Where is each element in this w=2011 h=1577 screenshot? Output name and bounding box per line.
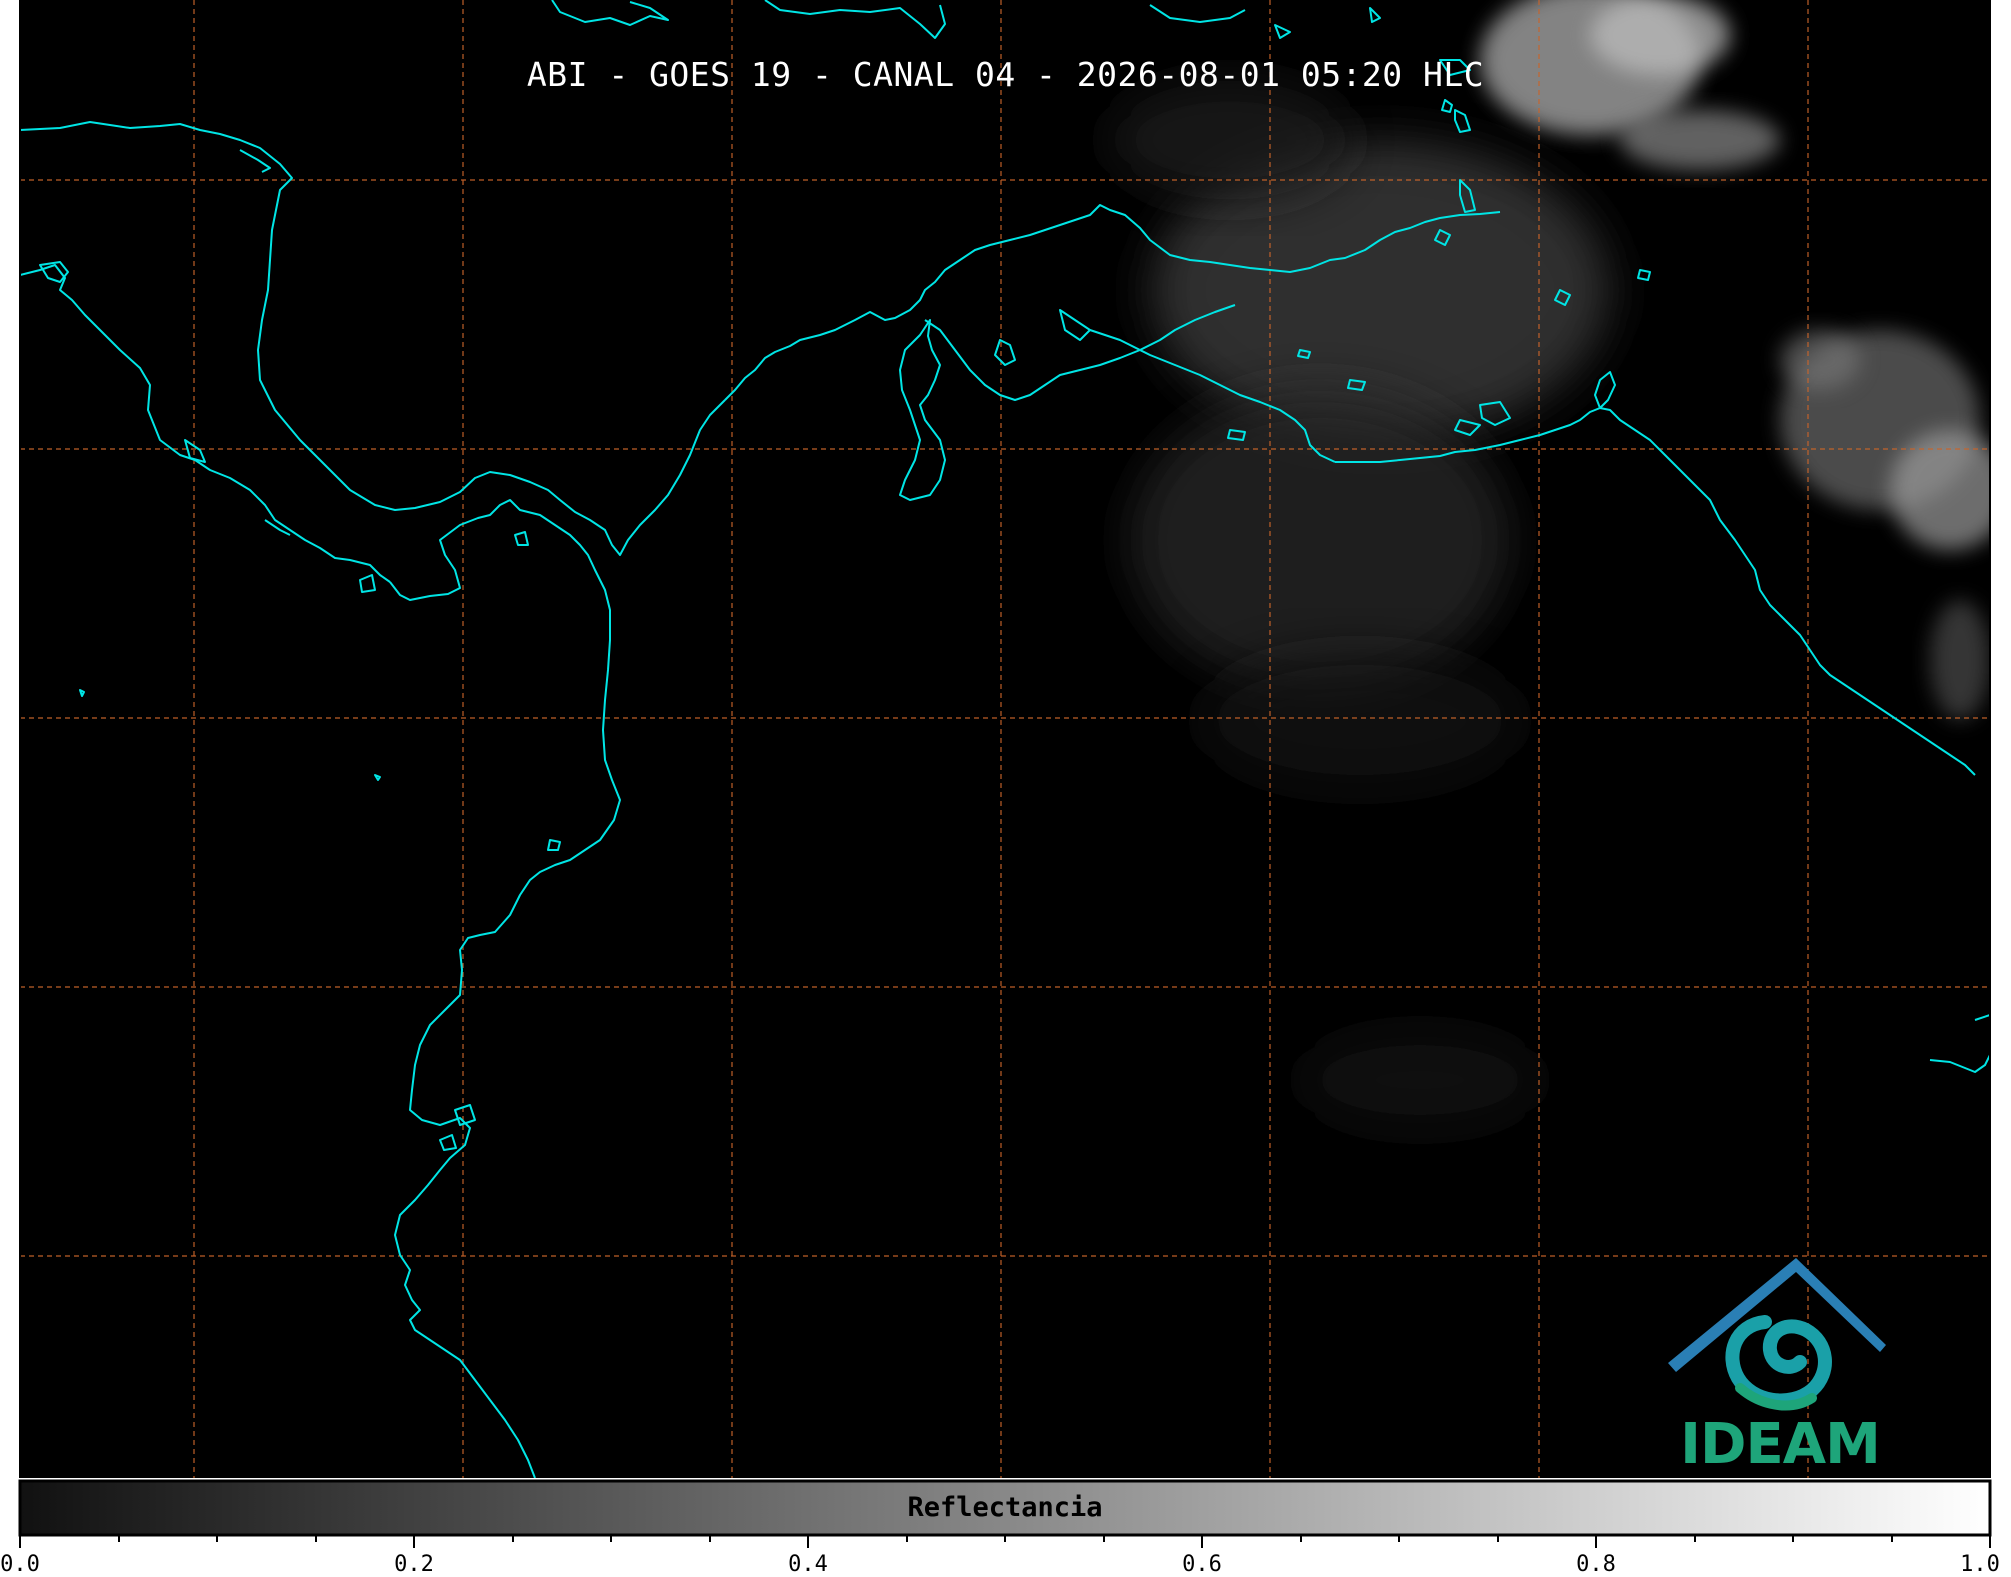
colorbar-label: Reflectancia [907,1492,1103,1523]
colorbar-tick-label: 0.2 [394,1552,434,1577]
colorbar-tick-label: 1.0 [1960,1552,2000,1577]
ideam-logo-text: IDEAM [1680,1412,1881,1477]
colorbar-tick-label: 0.8 [1576,1552,1616,1577]
satellite-map [18,0,1992,1548]
colorbar-ticks [19,1535,1991,1548]
colorbar-tick-label: 0.4 [788,1552,828,1577]
colorbar-tick-label: 0.6 [1182,1552,1222,1577]
colorbar-tick-label: 0.0 [0,1552,40,1577]
image-title: ABI - GOES 19 - CANAL 04 - 2026-08-01 05… [526,55,1485,94]
